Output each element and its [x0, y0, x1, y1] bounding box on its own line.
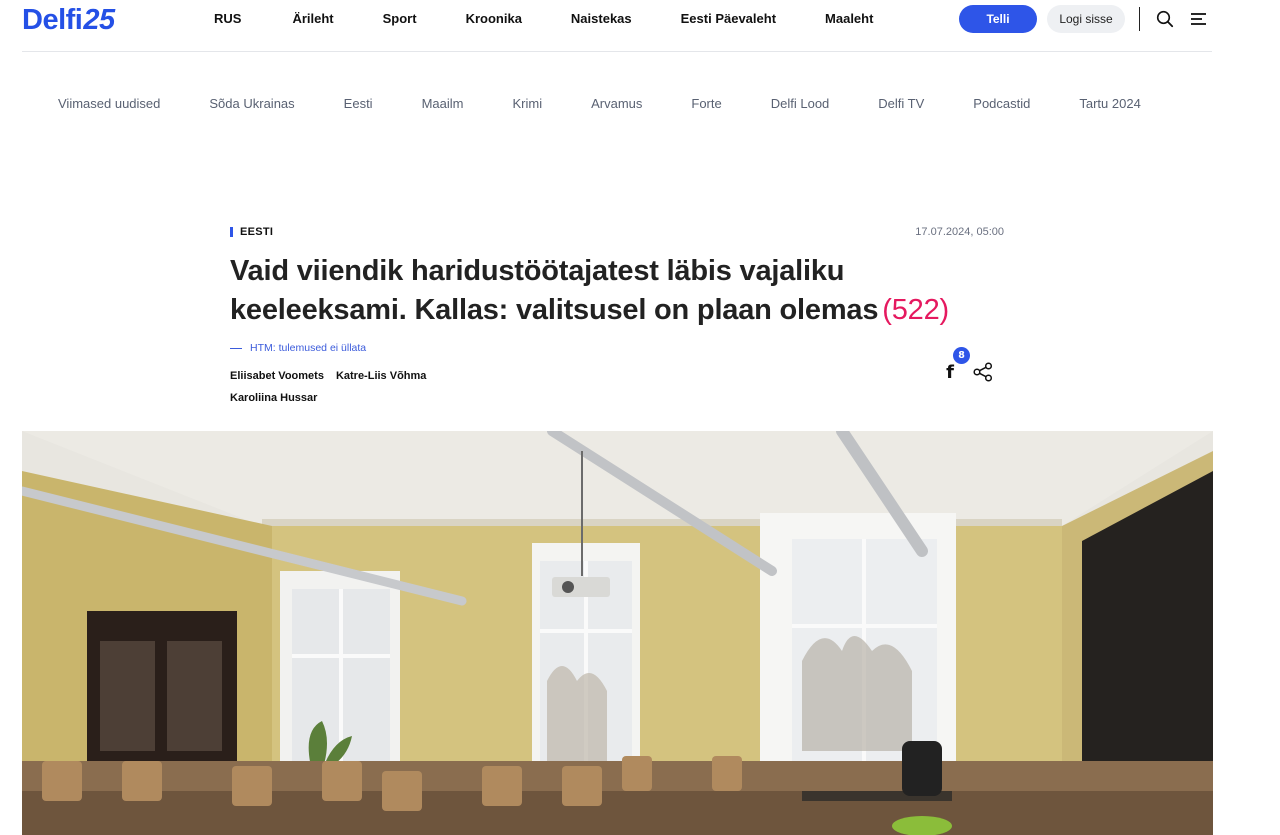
- category-label: EESTI: [240, 226, 274, 238]
- nav-item-eesti-paevaleht[interactable]: Eesti Päevaleht: [681, 11, 776, 26]
- menu-icon[interactable]: [1188, 8, 1210, 30]
- section-navigation: Viimased uudised Sõda Ukrainas Eesti Maa…: [58, 96, 1198, 111]
- social-actions: f 8: [940, 347, 994, 383]
- article-title: Vaid viiendik haridustöötajatest läbis v…: [230, 252, 1004, 330]
- classroom-photo: [22, 431, 1213, 835]
- header-divider: [1139, 7, 1140, 31]
- login-button[interactable]: Logi sisse: [1047, 5, 1125, 33]
- top-header: Delfi 25 RUS Ärileht Sport Kroonika Naist…: [22, 0, 1212, 52]
- nav-item-sport[interactable]: Sport: [383, 11, 417, 26]
- facebook-share-count: 8: [953, 347, 970, 364]
- article-hero-image[interactable]: [22, 431, 1213, 835]
- subnav-item-maailm[interactable]: Maailm: [422, 96, 464, 111]
- main-navigation: RUS Ärileht Sport Kroonika Naistekas Ees…: [214, 11, 873, 26]
- article-title-text: Vaid viiendik haridustöötajatest läbis v…: [230, 255, 879, 326]
- subnav-item-podcastid[interactable]: Podcastid: [973, 96, 1030, 111]
- subscribe-button[interactable]: Telli: [959, 5, 1037, 33]
- delfi-logo[interactable]: Delfi 25: [22, 4, 115, 36]
- author-name[interactable]: Eliisabet Voomets: [230, 370, 324, 382]
- comment-count-link[interactable]: (522): [882, 294, 949, 326]
- subnav-item-delfi-tv[interactable]: Delfi TV: [878, 96, 924, 111]
- facebook-glyph: f: [946, 361, 954, 383]
- nav-item-naistekas[interactable]: Naistekas: [571, 11, 632, 26]
- logo-anniversary-number: 25: [83, 4, 115, 36]
- nav-item-kroonika[interactable]: Kroonika: [466, 11, 522, 26]
- subnav-item-eesti[interactable]: Eesti: [344, 96, 373, 111]
- category-marker: [230, 227, 233, 237]
- nav-item-arileht[interactable]: Ärileht: [292, 11, 333, 26]
- article-header: EESTI 17.07.2024, 05:00 Vaid viiendik ha…: [230, 226, 1004, 404]
- author-name[interactable]: Karoliina Hussar: [230, 392, 317, 404]
- related-article-label: HTM: tulemused ei üllata: [250, 342, 367, 354]
- nav-item-maaleht[interactable]: Maaleht: [825, 11, 873, 26]
- share-icon[interactable]: [972, 361, 994, 383]
- header-actions: Telli Logi sisse: [959, 5, 1210, 33]
- subnav-item-soda-ukrainas[interactable]: Sõda Ukrainas: [209, 96, 294, 111]
- subnav-item-forte[interactable]: Forte: [691, 96, 721, 111]
- subnav-item-tartu-2024[interactable]: Tartu 2024: [1079, 96, 1140, 111]
- article-authors: Eliisabet Voomets Katre-Liis Võhma Karol…: [230, 370, 490, 404]
- article-category[interactable]: EESTI: [230, 226, 1004, 238]
- search-icon[interactable]: [1154, 8, 1176, 30]
- author-name[interactable]: Katre-Liis Võhma: [336, 370, 426, 382]
- article-date: 17.07.2024, 05:00: [915, 226, 1004, 238]
- related-dash: [230, 347, 242, 349]
- subnav-item-viimased-uudised[interactable]: Viimased uudised: [58, 96, 160, 111]
- related-article-link[interactable]: HTM: tulemused ei üllata: [230, 342, 1004, 354]
- facebook-icon[interactable]: f 8: [940, 347, 970, 383]
- subnav-item-delfi-lood[interactable]: Delfi Lood: [771, 96, 830, 111]
- subnav-item-krimi[interactable]: Krimi: [512, 96, 542, 111]
- logo-text: Delfi: [22, 4, 83, 36]
- subnav-item-arvamus[interactable]: Arvamus: [591, 96, 642, 111]
- nav-item-rus[interactable]: RUS: [214, 11, 241, 26]
